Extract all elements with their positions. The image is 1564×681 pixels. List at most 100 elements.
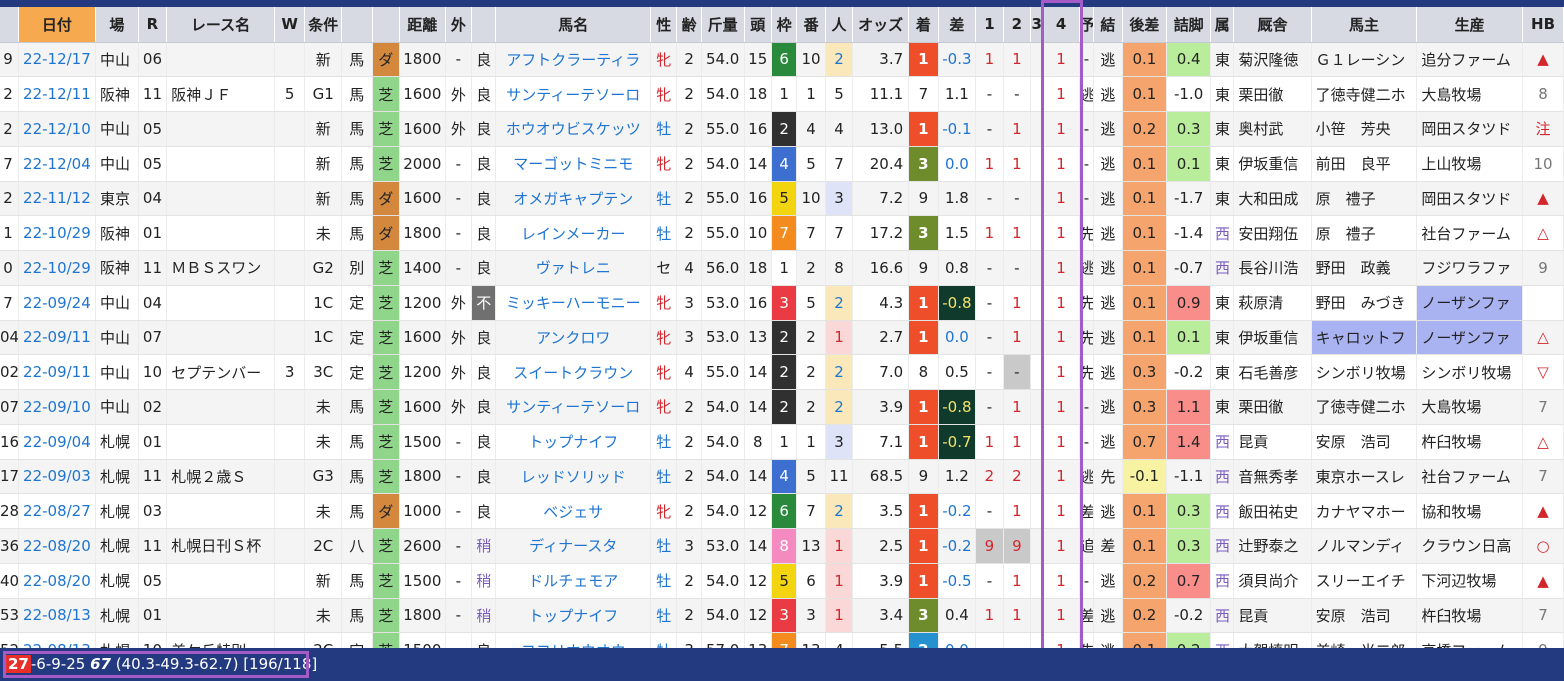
cell-date[interactable]: 22-09/24 — [18, 285, 97, 321]
cell-horse-name[interactable]: アフトクラーティラ — [495, 42, 651, 78]
cell-date[interactable]: 22-12/11 — [18, 76, 97, 112]
cell-date[interactable]: 22-08/20 — [18, 528, 97, 564]
cell-horse-name[interactable]: ミッキーハーモニー — [495, 285, 651, 321]
cell-date[interactable]: 22-08/20 — [18, 563, 97, 599]
table-row[interactable]: 7 22-09/24 中山 04 1C 定芝 1200 外不ミッキーハーモニー牝 3 53.0 16… — [0, 285, 1564, 321]
header-region[interactable]: 属 — [1210, 7, 1235, 43]
table-row[interactable]: 2 22-12/11 阪神 11 阪神ＪＦ 5 G1 馬芝 1600 外良サンティーテソーロ牝 2 5… — [0, 76, 1564, 112]
cell-class: 2C — [304, 528, 343, 564]
header-race-name[interactable]: レース名 — [166, 7, 275, 43]
cell-date[interactable]: 22-11/12 — [18, 181, 97, 217]
table-row[interactable]: 36 22-08/20 札幌 11 札幌日刊Ｓ杯 2C 八芝 2600- 稍ディナースタ牡 3 53… — [0, 528, 1564, 564]
cell-horse-name[interactable]: ドルチェモア — [495, 563, 651, 599]
header-popularity[interactable]: 人 — [825, 7, 854, 43]
cell-date[interactable]: 22-10/29 — [18, 250, 97, 286]
cell-date[interactable]: 22-12/10 — [18, 111, 97, 147]
cell-margin: 0.8 — [938, 250, 977, 286]
cell-gate: 1 — [771, 76, 798, 112]
cell-horse-name[interactable]: オメガキャプテン — [495, 181, 651, 217]
header-last-diff[interactable]: 後差 — [1122, 7, 1168, 43]
header-row-no[interactable] — [0, 7, 19, 43]
table-row[interactable]: 5222-08/13札幌10美ケ丘特別2C定芝1500-良ココリホウオウ牡357… — [0, 632, 1564, 648]
header-trainer[interactable]: 厩舎 — [1233, 7, 1312, 43]
cell-weight-class: 3 — [274, 354, 306, 390]
header-date[interactable]: 日付 — [18, 7, 97, 43]
table-row[interactable]: 16 22-09/04 札幌 01 未馬芝 1500- 良トップナイフ牡 2 54.0 8 1 1 3 7… — [0, 424, 1564, 460]
cell-horse-name[interactable]: ホウオウビスケッツ — [495, 111, 651, 147]
cell-date[interactable]: 22-12/04 — [18, 146, 97, 182]
cell-region: 東 — [1210, 42, 1235, 78]
cell-closing: -0.7 — [1166, 250, 1211, 286]
results-table-viewport[interactable]: 日付場 R レース名 W 条件 距離外馬名性齢斤量頭枠番人オッズ着差 1 2 3 4 予結後差 詰脚属… — [0, 7, 1564, 648]
cell-date[interactable]: 22-09/11 — [18, 320, 97, 356]
header-pos-1[interactable]: 1 — [975, 7, 1004, 43]
header-weight[interactable]: 斤量 — [701, 7, 745, 43]
table-row[interactable]: 2 22-12/10 中山 05 新馬芝 1600 外良ホウオウビスケッツ牡 2 55.0 16 2… — [0, 111, 1564, 147]
cell-date[interactable]: 22-09/03 — [18, 459, 97, 495]
header-weight-class[interactable]: W — [274, 7, 306, 43]
cell-date[interactable]: 22-09/04 — [18, 424, 97, 460]
cell-date[interactable]: 22-09/10 — [18, 389, 97, 425]
cell-region: 西 — [1210, 493, 1235, 529]
header-gate[interactable]: 枠 — [771, 7, 798, 43]
cell-horse-name[interactable]: トップナイフ — [495, 598, 651, 634]
table-row[interactable]: 07 22-09/10 中山 02 未馬芝 1600 外良サンティーテソーロ牝 2 54.0 14… — [0, 389, 1564, 425]
table-row[interactable]: 04 22-09/11 中山 07 1C 定芝 1600 外良アンクロワ牝 3 53.0 13 2 2 1… — [0, 320, 1564, 356]
table-row[interactable]: 28 22-08/27 札幌 03 未馬ダ 1000- 良ベジェサ牝 2 54.0 12 6 7 2 3.… — [0, 493, 1564, 529]
table-row[interactable]: 0 22-10/29 阪神 11 ＭＢＳスワン G2 別芝 1400- 良ヴァトレニセ 4 56.0… — [0, 250, 1564, 286]
header-going[interactable] — [471, 7, 497, 43]
cell-date[interactable]: 22-08/13 — [18, 598, 97, 634]
header-distance[interactable]: 距離 — [399, 7, 446, 43]
header-class[interactable]: 条件 — [304, 7, 343, 43]
header-breeder[interactable]: 生産 — [1416, 7, 1524, 43]
cell-date[interactable]: 22-08/13 — [18, 632, 97, 648]
table-row[interactable]: 2 22-11/12 東京 04 新馬ダ 1600- 良オメガキャプテン牡 2 55.0 16 5 1… — [0, 181, 1564, 217]
header-pos-2[interactable]: 2 — [1003, 7, 1032, 43]
table-row[interactable]: 17 22-09/03 札幌 11 札幌２歳Ｓ G3 馬芝 1800- 良レッドソリッド牡 2 54… — [0, 459, 1564, 495]
header-horse-no[interactable]: 番 — [796, 7, 826, 43]
cell-horse-name[interactable]: アンクロワ — [495, 320, 651, 356]
table-row[interactable]: 02 22-09/11 中山 10 セプテンバー 3 3C 定芝 1200 外良スイートクラウン牝… — [0, 354, 1564, 390]
header-venue[interactable]: 場 — [95, 7, 139, 43]
header-race-no[interactable]: R — [138, 7, 168, 43]
cell-horse-name[interactable]: ベジェサ — [495, 493, 651, 529]
table-row[interactable]: 53 22-08/13 札幌 01 未馬芝 1800- 稍トップナイフ牡 2 54.0 12 3 3 1… — [0, 598, 1564, 634]
header-hb-mark[interactable]: HB — [1522, 7, 1564, 43]
cell-horse-name[interactable]: ディナースタ — [495, 528, 651, 564]
header-sex[interactable]: 性 — [650, 7, 678, 43]
cell-horse-name[interactable]: レインメーカー — [495, 215, 651, 251]
cell-horse-name[interactable]: サンティーテソーロ — [495, 76, 651, 112]
table-row[interactable]: 1 22-10/29 阪神 01 未馬ダ 1800- 良レインメーカー牡 2 55.0 10 7 7 7… — [0, 215, 1564, 251]
header-actual-style[interactable]: 結 — [1093, 7, 1123, 43]
cell-date[interactable]: 22-09/11 — [18, 354, 97, 390]
header-horse-name[interactable]: 馬名 — [495, 7, 651, 43]
table-row[interactable]: 9 22-12/17 中山 06 新馬ダ 1800- 良アフトクラーティラ牝 2 54.0 15 6… — [0, 42, 1564, 78]
cell-date[interactable]: 22-08/27 — [18, 493, 97, 529]
header-surface[interactable] — [372, 7, 400, 43]
table-row[interactable]: 7 22-12/04 中山 05 新馬芝 2000- 良マーゴットミニモ牝 2 54.0 14 4 5… — [0, 146, 1564, 182]
cell-horse-name[interactable]: ココリホウオウ — [495, 632, 651, 648]
header-course-side[interactable]: 外 — [445, 7, 473, 43]
header-type[interactable] — [341, 7, 373, 43]
cell-horse-name[interactable]: レッドソリッド — [495, 459, 651, 495]
header-owner[interactable]: 馬主 — [1311, 7, 1418, 43]
header-closing[interactable]: 詰脚 — [1166, 7, 1211, 43]
cell-hb-mark: ○ — [1522, 528, 1564, 564]
header-age[interactable]: 齢 — [676, 7, 702, 43]
header-field-size[interactable]: 頭 — [744, 7, 772, 43]
cell-popularity: 1 — [825, 320, 854, 356]
header-odds[interactable]: オッズ — [852, 7, 910, 43]
cell-class: 未 — [304, 215, 343, 251]
cell-date[interactable]: 22-10/29 — [18, 215, 97, 251]
table-row[interactable]: 40 22-08/20 札幌 05 新馬芝 1500- 稍ドルチェモア牡 2 54.0 12 5 6 1… — [0, 563, 1564, 599]
cell-horse-name[interactable]: サンティーテソーロ — [495, 389, 651, 425]
cell-horse-name[interactable]: マーゴットミニモ — [495, 146, 651, 182]
cell-surface: 芝 — [372, 76, 400, 112]
cell-weight-class — [274, 389, 306, 425]
cell-horse-name[interactable]: ヴァトレニ — [495, 250, 651, 286]
cell-horse-name[interactable]: スイートクラウン — [495, 354, 651, 390]
header-margin[interactable]: 差 — [938, 7, 977, 43]
cell-horse-name[interactable]: トップナイフ — [495, 424, 651, 460]
cell-date[interactable]: 22-12/17 — [18, 42, 97, 78]
header-finish[interactable]: 着 — [908, 7, 939, 43]
